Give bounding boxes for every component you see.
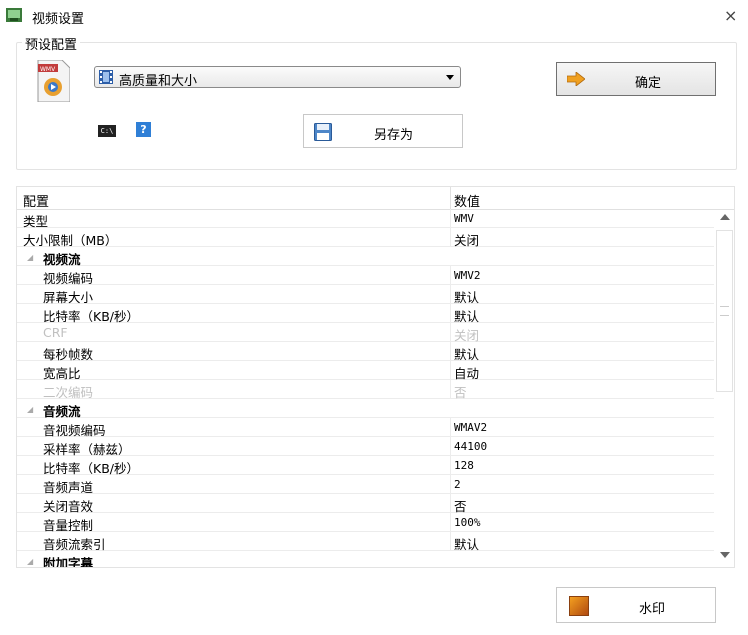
- grid-row[interactable]: 大小限制（MB） 关闭: [17, 228, 714, 248]
- collapse-triangle-icon[interactable]: ◢: [27, 405, 33, 414]
- grid-cell-divider: [450, 456, 451, 475]
- grid-cell-divider: [450, 285, 451, 304]
- app-icon: [6, 8, 22, 22]
- watermark-button[interactable]: 水印: [556, 587, 716, 623]
- grid-row[interactable]: 屏幕大小 默认: [17, 285, 714, 305]
- confirm-button[interactable]: 确定: [556, 62, 716, 96]
- grid-cell-divider: [450, 532, 451, 551]
- grid-row-value[interactable]: 2: [454, 478, 461, 491]
- grid-category-row[interactable]: ◢ 视频流: [17, 247, 714, 267]
- confirm-button-label: 确定: [635, 76, 662, 91]
- column-header-name: 配置: [23, 195, 50, 210]
- scroll-down-arrow-icon[interactable]: [720, 552, 730, 558]
- grid-row[interactable]: 比特率（KB/秒） 默认: [17, 304, 714, 324]
- grid-cell-divider: [450, 380, 451, 399]
- grid-row[interactable]: 视频编码 WMV2: [17, 266, 714, 286]
- save-as-button-label: 另存为: [374, 128, 414, 143]
- grid-cell-divider: [450, 209, 451, 228]
- grid-row-value[interactable]: 128: [454, 459, 474, 472]
- grid-cell-divider: [450, 361, 451, 380]
- title-bar: 视频设置 ×: [0, 0, 748, 32]
- grid-row[interactable]: CRF 关闭: [17, 323, 714, 343]
- collapse-triangle-icon[interactable]: ◢: [27, 557, 33, 566]
- close-icon[interactable]: ×: [724, 6, 737, 25]
- arrow-right-icon: [567, 72, 585, 86]
- grid-row[interactable]: 音频声道 2: [17, 475, 714, 495]
- grid-category-row[interactable]: ◢ 附加字幕: [17, 551, 714, 568]
- grid-row[interactable]: 音视频编码 WMAV2: [17, 418, 714, 438]
- grid-row-name: 附加字幕: [43, 556, 94, 568]
- grid-cell-divider: [450, 228, 451, 247]
- grid-row-value[interactable]: 44100: [454, 440, 487, 453]
- scroll-up-arrow-icon[interactable]: [720, 214, 730, 220]
- column-header-value: 数值: [454, 195, 481, 210]
- svg-text:WMV: WMV: [40, 66, 56, 73]
- grid-cell-divider: [450, 418, 451, 437]
- grid-row[interactable]: 音频流索引 默认: [17, 532, 714, 552]
- dropdown-arrow-icon: [446, 75, 454, 80]
- grid-row-value[interactable]: WMAV2: [454, 421, 487, 434]
- grid-row[interactable]: 音量控制 100%: [17, 513, 714, 533]
- preset-group-label: 预设配置: [22, 34, 81, 53]
- grid-row-name: CRF: [43, 325, 68, 340]
- grid-row[interactable]: 每秒帧数 默认: [17, 342, 714, 362]
- grid-header: 配置 数值: [17, 187, 734, 210]
- watermark-icon: [569, 596, 589, 616]
- grid-cell-divider: [450, 304, 451, 323]
- film-icon: [99, 70, 113, 84]
- collapse-triangle-icon[interactable]: ◢: [27, 253, 33, 262]
- command-line-icon[interactable]: C:\: [98, 125, 116, 137]
- column-divider[interactable]: [450, 187, 451, 209]
- grid-row[interactable]: 比特率（KB/秒） 128: [17, 456, 714, 476]
- grid-cell-divider: [450, 475, 451, 494]
- save-as-button[interactable]: 另存为: [303, 114, 463, 148]
- grid-cell-divider: [450, 437, 451, 456]
- grid-row[interactable]: 关闭音效否: [17, 494, 714, 514]
- grid-cell-divider: [450, 323, 451, 342]
- watermark-button-label: 水印: [639, 602, 666, 617]
- grid-row[interactable]: 采样率（赫兹） 44100: [17, 437, 714, 457]
- help-icon[interactable]: ?: [136, 122, 151, 137]
- grid-row-value[interactable]: 100%: [454, 516, 481, 529]
- grid-cell-divider: [450, 266, 451, 285]
- grid-rows: 类型 WMV 大小限制（MB） 关闭 ◢ 视频流 视频编码 WMV2 屏幕大小 默认 比特率（KB/…: [17, 209, 714, 568]
- grid-category-row[interactable]: ◢ 音频流: [17, 399, 714, 419]
- settings-grid: 配置 数值 类型 WMV 大小限制（MB） 关闭 ◢ 视频流 视频编码 WMV2 屏幕大小 默认比…: [16, 186, 735, 568]
- grid-cell-divider: [450, 494, 451, 513]
- preset-select-value: 高质量和大小: [119, 74, 198, 89]
- grid-cell-divider: [450, 513, 451, 532]
- grid-row-value[interactable]: WMV: [454, 212, 474, 225]
- scrollbar-grip[interactable]: [720, 306, 729, 316]
- grid-row-value[interactable]: WMV2: [454, 269, 481, 282]
- grid-cell-divider: [450, 342, 451, 361]
- grid-row[interactable]: 宽高比 自动: [17, 361, 714, 381]
- wmv-file-icon: WMV: [37, 60, 70, 102]
- grid-row[interactable]: 类型 WMV: [17, 209, 714, 229]
- preset-select[interactable]: 高质量和大小: [94, 66, 461, 89]
- floppy-disk-icon: [314, 123, 332, 141]
- grid-row[interactable]: 二次编码否: [17, 380, 714, 400]
- window-title: 视频设置: [32, 12, 85, 27]
